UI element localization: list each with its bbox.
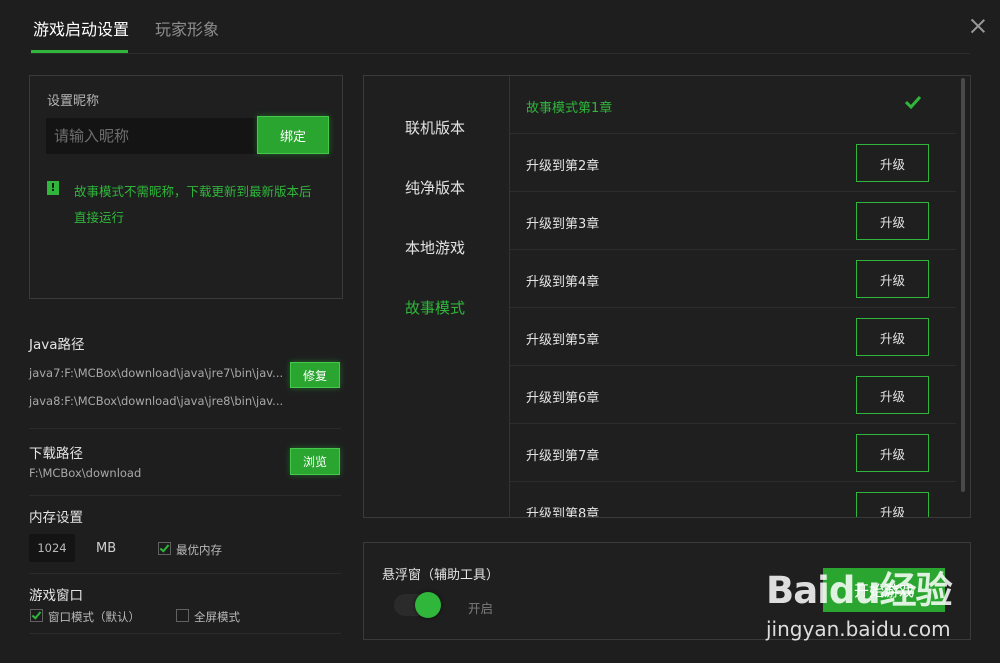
upgrade-button[interactable]: 升级 (856, 492, 929, 517)
tab-player-skin[interactable]: 玩家形象 (155, 16, 219, 40)
download-path-title: 下载路径 (29, 446, 83, 462)
check-icon (905, 95, 921, 109)
upgrade-button[interactable]: 升级 (856, 144, 929, 182)
fullscreen-mode-label: 全屏模式 (194, 610, 240, 624)
optimal-memory-label: 最优内存 (176, 543, 222, 557)
chapter-row: 升级到第2章 升级 (510, 134, 956, 192)
divider (29, 428, 341, 429)
chapter-row: 升级到第4章 升级 (510, 250, 956, 308)
chapter-label: 升级到第3章 (526, 217, 600, 232)
optimal-memory-checkbox[interactable] (158, 542, 171, 555)
chapter-label: 升级到第6章 (526, 391, 600, 406)
top-tab-bar: 游戏启动设置 玩家形象 (0, 0, 1000, 54)
java-path-title: Java路径 (29, 337, 85, 353)
windowed-mode-label: 窗口模式（默认） (48, 610, 140, 624)
memory-unit: MB (96, 541, 117, 556)
chapter-scrollbar[interactable] (961, 78, 965, 492)
nickname-input[interactable] (46, 118, 262, 154)
windowed-mode-checkbox[interactable] (30, 609, 43, 622)
chapter-row: 升级到第6章 升级 (510, 366, 956, 424)
nickname-tip-line1: 故事模式不需昵称，下载更新到最新版本后 (74, 184, 312, 199)
tab-launch-settings[interactable]: 游戏启动设置 (33, 16, 129, 40)
toggle-label: 开启 (468, 601, 494, 616)
game-window-title: 游戏窗口 (29, 588, 83, 604)
chapter-row: 升级到第7章 升级 (510, 424, 956, 482)
upgrade-button[interactable]: 升级 (856, 260, 929, 298)
memory-title: 内存设置 (29, 510, 83, 526)
nav-online-version[interactable]: 联机版本 (405, 117, 465, 138)
upgrade-button[interactable]: 升级 (856, 318, 929, 356)
chapter-label: 升级到第2章 (526, 159, 600, 174)
version-panel: 联机版本 纯净版本 本地游戏 故事模式 故事模式第1章 升级到第2章 升级 升级… (363, 75, 971, 518)
floating-window-toggle[interactable] (394, 592, 441, 618)
warning-icon: ! (47, 181, 59, 195)
nav-story-mode[interactable]: 故事模式 (405, 297, 465, 318)
chapter-label: 升级到第8章 (526, 507, 600, 517)
version-nav: 联机版本 纯净版本 本地游戏 故事模式 (364, 76, 510, 517)
tab-divider (30, 53, 970, 54)
chapter-row: 升级到第5章 升级 (510, 308, 956, 366)
nav-pure-version[interactable]: 纯净版本 (405, 177, 465, 198)
close-icon[interactable] (970, 18, 986, 34)
upgrade-button[interactable]: 升级 (856, 434, 929, 472)
start-game-button[interactable]: 开始游戏 (823, 568, 945, 612)
upgrade-button[interactable]: 升级 (856, 376, 929, 414)
download-path: F:\MCBox\download (29, 466, 142, 480)
divider (29, 495, 341, 496)
chapter-label: 升级到第4章 (526, 275, 600, 290)
repair-button[interactable]: 修复 (290, 362, 340, 388)
upgrade-button[interactable]: 升级 (856, 202, 929, 240)
floating-window-title: 悬浮窗（辅助工具） (382, 568, 500, 583)
chapter-label: 升级到第7章 (526, 449, 600, 464)
java8-path: java8:F:\MCBox\download\java\jre8\bin\ja… (29, 394, 284, 408)
fullscreen-mode-checkbox[interactable] (176, 609, 189, 622)
chapter-list: 故事模式第1章 升级到第2章 升级 升级到第3章 升级 升级到第4章 升级 升级… (510, 76, 958, 517)
browse-button[interactable]: 浏览 (290, 448, 340, 475)
chapter-row: 升级到第3章 升级 (510, 192, 956, 250)
nickname-tip-line2: 直接运行 (74, 210, 125, 225)
chapter-label: 升级到第5章 (526, 333, 600, 348)
bind-button[interactable]: 绑定 (257, 116, 329, 154)
toggle-knob (415, 592, 441, 618)
nickname-panel: 设置昵称 绑定 ! 故事模式不需昵称，下载更新到最新版本后 直接运行 (29, 75, 343, 299)
java7-path: java7:F:\MCBox\download\java\jre7\bin\ja… (29, 366, 284, 380)
chapter-row: 升级到第8章 升级 (510, 482, 956, 517)
divider (29, 573, 341, 574)
floating-window-panel: 悬浮窗（辅助工具） 开启 开始游戏 (363, 542, 971, 640)
divider (29, 633, 341, 634)
nickname-title: 设置昵称 (47, 94, 100, 109)
nav-local-games[interactable]: 本地游戏 (405, 237, 465, 258)
chapter-row: 故事模式第1章 (510, 76, 956, 134)
nickname-tip: 故事模式不需昵称，下载更新到最新版本后 直接运行 (74, 179, 339, 231)
memory-input[interactable]: 1024 (29, 534, 75, 562)
chapter-label: 故事模式第1章 (526, 101, 613, 116)
